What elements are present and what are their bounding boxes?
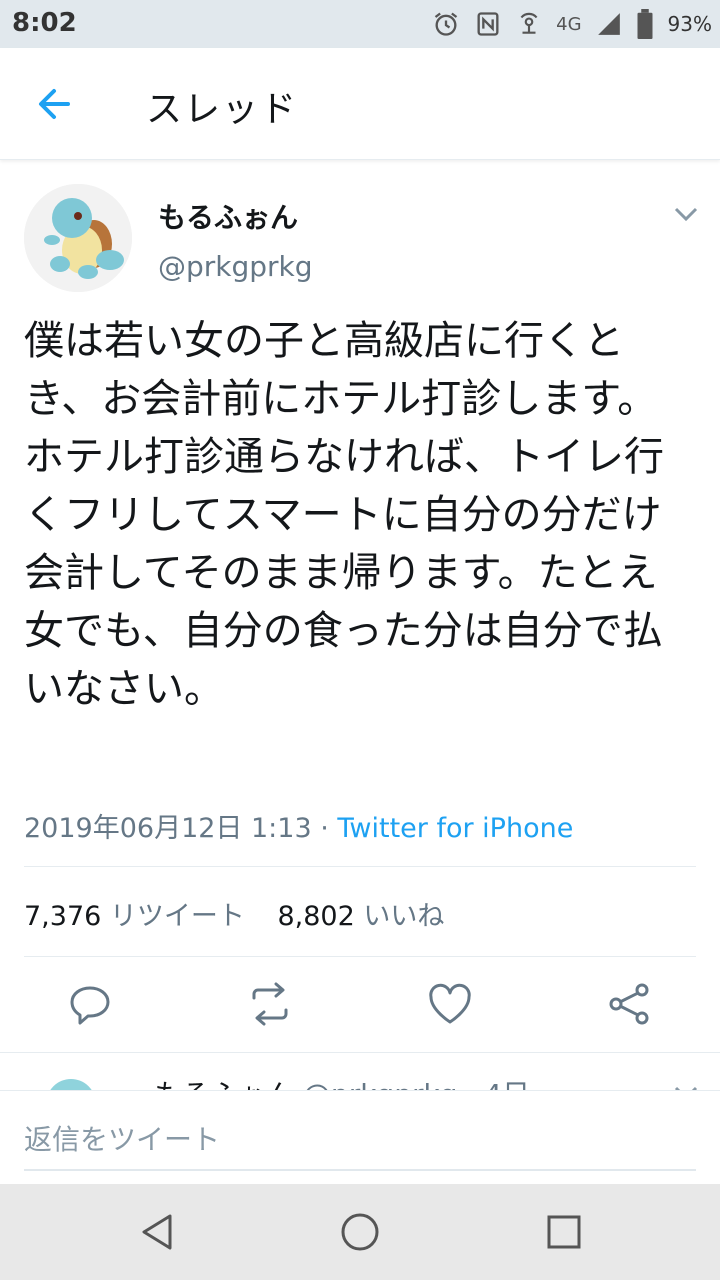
tweet-text: 僕は若い女の子と高級店に行くとき、お会計前にホテル打診します。ホテル打診通らなけ… [24, 318, 664, 712]
retweet-button[interactable] [246, 982, 294, 1026]
arrow-left-icon [39, 89, 70, 119]
chevron-down-icon [674, 207, 698, 222]
meta-separator: · [311, 813, 338, 844]
nav-recents-button[interactable] [542, 1210, 586, 1254]
signal-icon [597, 13, 620, 35]
tweet-stats: 7,376 リツイート 8,802 いいね [24, 894, 444, 933]
recents-square-icon [547, 1215, 581, 1249]
divider [24, 866, 696, 867]
hotspot-icon [520, 12, 538, 34]
status-bar: 8:02 4G 93% [0, 0, 720, 48]
share-icon [609, 983, 649, 1025]
display-name[interactable]: もるふぉん [158, 196, 298, 236]
like-icon [429, 983, 471, 1024]
app-bar: スレッド [0, 48, 720, 160]
like-button[interactable] [426, 982, 474, 1026]
status-icons: 4G 93% [432, 6, 712, 42]
tweet-meta: 2019年06月12日 1:13 · Twitter for iPhone [24, 806, 573, 845]
battery-icon [637, 9, 653, 39]
back-button[interactable] [30, 82, 80, 126]
nfc-icon [477, 12, 499, 36]
status-time: 8:02 [12, 8, 77, 38]
like-count[interactable]: 8,802 [277, 901, 354, 932]
back-triangle-icon [142, 1214, 172, 1250]
home-circle-icon [341, 1213, 379, 1251]
reply-icon [70, 986, 110, 1025]
network-type: 4G [556, 13, 582, 35]
share-button[interactable] [606, 982, 654, 1026]
retweet-count[interactable]: 7,376 [24, 901, 101, 932]
like-label[interactable]: いいね [363, 901, 444, 932]
tweet-menu-button[interactable] [672, 204, 700, 224]
reply-button[interactable] [66, 982, 114, 1026]
tweet-timestamp: 2019年06月12日 1:13 [24, 813, 312, 844]
reply-composer [0, 1090, 720, 1184]
tweet-actions [0, 960, 720, 1050]
nav-back-button[interactable] [136, 1210, 180, 1254]
reply-preview[interactable]: もるふぉん @prkgprkg · 4日 [0, 1052, 720, 1092]
page-title: スレッド [146, 89, 299, 130]
avatar[interactable] [24, 184, 132, 292]
retweet-icon [252, 982, 288, 1026]
user-handle[interactable]: @prkgprkg [158, 250, 313, 283]
battery-percent: 93% [667, 12, 712, 36]
reply-input[interactable] [24, 1109, 696, 1171]
retweet-label[interactable]: リツイート [110, 901, 245, 932]
nav-home-button[interactable] [338, 1210, 382, 1254]
avatar-image [24, 184, 132, 292]
alarm-icon [434, 12, 458, 36]
system-nav-bar [0, 1184, 720, 1280]
tweet-source-link[interactable]: Twitter for iPhone [337, 813, 573, 844]
divider [24, 956, 696, 957]
